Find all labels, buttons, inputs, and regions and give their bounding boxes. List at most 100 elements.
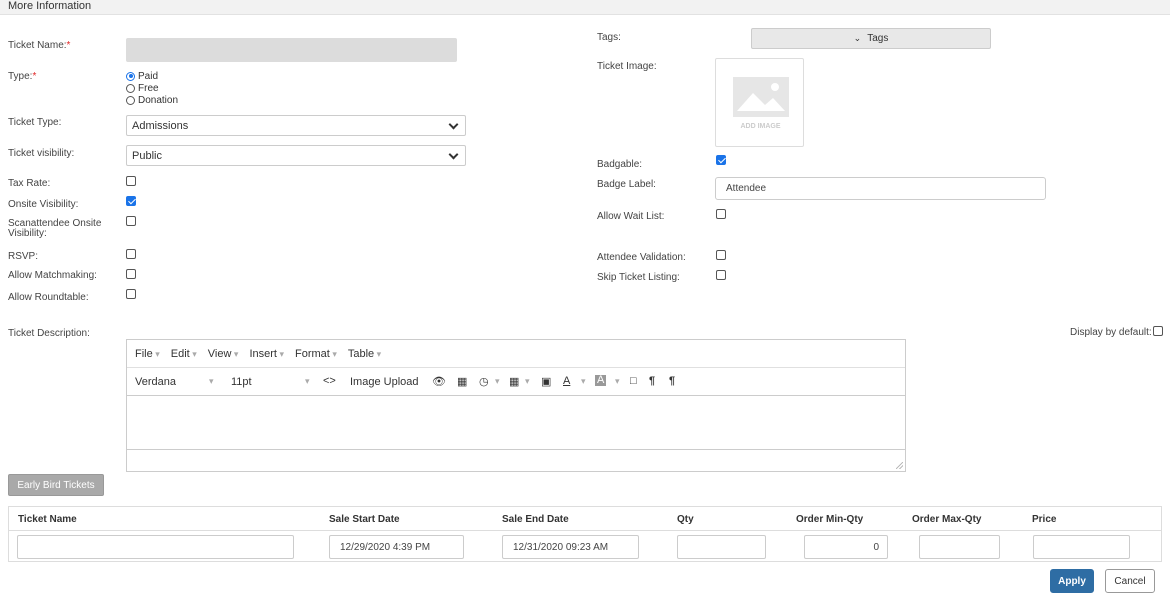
max-qty-input[interactable] — [919, 535, 1000, 559]
column-header-qty: Qty — [677, 514, 694, 525]
background-color-arrow-icon[interactable]: ▾ — [615, 376, 620, 387]
editor-statusbar — [127, 449, 905, 471]
chevron-down-icon — [448, 119, 459, 130]
type-option-paid[interactable]: Paid — [126, 70, 178, 82]
image-icon[interactable]: ▣ — [541, 375, 551, 388]
matchmaking-checkbox[interactable] — [126, 269, 136, 279]
matchmaking-label: Allow Matchmaking: — [8, 270, 97, 281]
preview-icon[interactable]: 👁 — [432, 375, 446, 388]
scanattendee-checkbox[interactable] — [126, 216, 136, 226]
early-bird-tickets-button[interactable]: Early Bird Tickets — [8, 474, 104, 496]
menu-insert[interactable]: Insert — [249, 348, 284, 360]
editor-content-area[interactable] — [127, 397, 905, 450]
badge-label-input[interactable]: Attendee — [715, 177, 1046, 200]
rsvp-checkbox[interactable] — [126, 249, 136, 259]
ticket-visibility-label: Ticket visibility: — [8, 148, 75, 159]
skip-listing-checkbox[interactable] — [716, 270, 726, 280]
ticket-visibility-select[interactable]: Public — [126, 145, 466, 166]
ticket-description-label: Ticket Description: — [8, 328, 90, 339]
radio-paid[interactable] — [126, 71, 135, 81]
badge-label-label: Badge Label: — [597, 179, 656, 190]
section-title: More Information — [8, 0, 92, 12]
roundtable-label: Allow Roundtable: — [8, 292, 89, 303]
add-image-box[interactable]: ADD IMAGE — [715, 58, 804, 147]
bookmark-icon[interactable]: □ — [630, 375, 637, 387]
media-icon[interactable]: ▦ — [457, 375, 467, 388]
menu-view[interactable]: View — [208, 348, 239, 360]
ticket-image-label: Ticket Image: — [597, 61, 657, 72]
text-color-icon[interactable]: A — [563, 375, 570, 387]
type-option-free[interactable]: Free — [126, 82, 178, 94]
attendee-validation-label: Attendee Validation: — [597, 252, 686, 263]
ticket-type-select[interactable]: Admissions — [126, 115, 466, 136]
ticket-type-label: Ticket Type: — [8, 117, 62, 128]
resize-handle-icon[interactable] — [896, 462, 903, 469]
rich-text-editor: File Edit View Insert Format Table Verda… — [126, 339, 906, 472]
scanattendee-label: Scanattendee Onsite Visibility: — [8, 218, 102, 239]
tax-rate-label: Tax Rate: — [8, 178, 51, 189]
add-image-text: ADD IMAGE — [740, 123, 781, 130]
menu-edit[interactable]: Edit — [171, 348, 197, 360]
wait-list-label: Allow Wait List: — [597, 211, 665, 222]
apply-button[interactable]: Apply — [1050, 569, 1094, 593]
badgable-checkbox[interactable] — [716, 155, 726, 165]
qty-input[interactable] — [677, 535, 766, 559]
rsvp-label: RSVP: — [8, 251, 39, 262]
table-icon[interactable]: ▦ — [509, 375, 519, 388]
price-input[interactable] — [1033, 535, 1130, 559]
menu-file[interactable]: File — [135, 348, 160, 360]
ticket-visibility-value: Public — [132, 149, 162, 162]
ticket-name-input[interactable] — [126, 38, 457, 62]
column-header-sale-start: Sale Start Date — [329, 514, 400, 525]
tax-rate-checkbox[interactable] — [126, 176, 136, 186]
sale-end-date-input[interactable]: 12/31/2020 09:23 AM — [502, 535, 639, 559]
tags-dropdown-button[interactable]: ⌄ Tags — [751, 28, 991, 49]
attendee-validation-checkbox[interactable] — [716, 250, 726, 260]
font-family-select[interactable]: Verdana — [135, 376, 176, 388]
type-label: Type:* — [8, 71, 37, 82]
skip-listing-label: Skip Ticket Listing: — [597, 272, 680, 283]
background-color-icon[interactable]: A — [595, 375, 607, 386]
rtl-icon[interactable]: ¶ — [669, 375, 675, 387]
roundtable-checkbox[interactable] — [126, 289, 136, 299]
ticket-name-label: Ticket Name:* — [8, 40, 71, 51]
font-family-arrow-icon[interactable]: ▾ — [209, 376, 214, 387]
table-divider — [9, 530, 1161, 531]
timer-icon[interactable]: ◷ — [479, 375, 489, 388]
cancel-button[interactable]: Cancel — [1105, 569, 1155, 593]
column-header-min-qty: Order Min-Qty — [796, 514, 864, 525]
onsite-visibility-checkbox[interactable] — [126, 196, 136, 206]
font-size-select[interactable]: 11pt — [231, 376, 252, 388]
chevron-down-icon: ⌄ — [853, 33, 862, 43]
column-header-price: Price — [1032, 514, 1057, 525]
section-header: More Information — [0, 0, 1170, 15]
font-size-arrow-icon[interactable]: ▾ — [305, 376, 310, 387]
radio-donation[interactable] — [126, 95, 135, 105]
text-color-arrow-icon[interactable]: ▾ — [581, 376, 586, 387]
chevron-down-icon — [448, 149, 459, 160]
display-default-checkbox[interactable] — [1153, 326, 1163, 336]
column-header-max-qty: Order Max-Qty — [912, 514, 982, 525]
editor-toolbar: Verdana ▾ 11pt ▾ <> Image Upload 👁 ▦ ◷ ▾… — [127, 368, 905, 396]
type-option-donation[interactable]: Donation — [126, 94, 178, 106]
image-placeholder-icon — [733, 77, 789, 117]
early-bird-ticket-name-input[interactable] — [17, 535, 294, 559]
ltr-icon[interactable]: ¶ — [649, 375, 655, 387]
onsite-visibility-label: Onsite Visibility: — [8, 199, 79, 210]
timer-arrow-icon[interactable]: ▾ — [495, 376, 500, 387]
column-header-ticket-name: Ticket Name — [18, 514, 77, 525]
radio-free[interactable] — [126, 83, 135, 93]
type-radio-group: Paid Free Donation — [126, 70, 178, 106]
min-qty-input[interactable]: 0 — [804, 535, 888, 559]
tags-button-label: Tags — [867, 33, 889, 44]
menu-format[interactable]: Format — [295, 348, 337, 360]
badgable-label: Badgable: — [597, 159, 643, 170]
sale-start-date-input[interactable]: 12/29/2020 4:39 PM — [329, 535, 464, 559]
image-upload-button[interactable]: Image Upload — [350, 376, 419, 388]
column-header-sale-end: Sale End Date — [502, 514, 569, 525]
wait-list-checkbox[interactable] — [716, 209, 726, 219]
table-arrow-icon[interactable]: ▾ — [525, 376, 530, 387]
tags-label: Tags: — [597, 32, 621, 43]
menu-table[interactable]: Table — [348, 348, 381, 360]
source-code-icon[interactable]: <> — [323, 375, 336, 387]
